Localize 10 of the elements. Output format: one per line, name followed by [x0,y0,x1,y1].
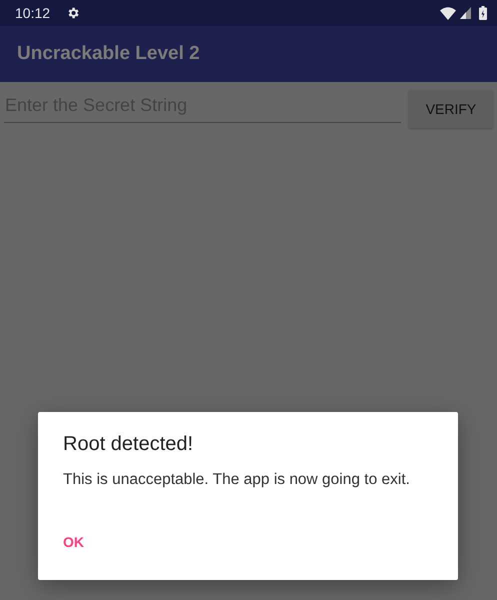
battery-icon [479,6,487,20]
wifi-icon [440,6,456,20]
app-title: Uncrackable Level 2 [17,42,200,66]
dialog-message: This is unacceptable. The app is now going to exit. [63,470,411,490]
clock: 10:12 [15,4,50,22]
dialog-title: Root detected! [63,432,194,456]
signal-icon [460,7,471,19]
verify-button[interactable]: VERIFY [409,90,493,128]
ok-button[interactable]: OK [52,526,95,560]
settings-icon [66,6,80,20]
